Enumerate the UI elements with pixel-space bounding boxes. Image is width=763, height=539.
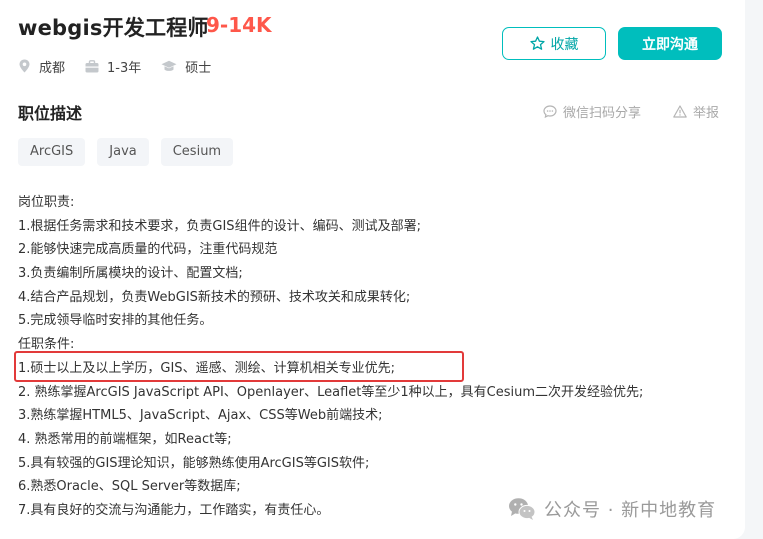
description-line: 5.具有较强的GIS理论知识，能够熟练使用ArcGIS等GIS软件; xyxy=(18,455,370,471)
meta-degree: 硕士 xyxy=(161,57,211,76)
description-line: 3.熟练掌握HTML5、JavaScript、Ajax、CSS等Web前端技术; xyxy=(18,408,383,424)
meta-experience: 1-3年 xyxy=(85,57,141,76)
wechat-share-link[interactable]: 微信扫码分享 xyxy=(543,102,641,121)
highlight-annotation-box xyxy=(14,351,464,382)
wechat-icon xyxy=(509,498,536,520)
briefcase-icon xyxy=(85,59,99,72)
description-line: 4. 熟悉常用的前端框架，如React等; xyxy=(18,431,232,447)
description-line: 岗位职责: xyxy=(18,195,75,210)
skill-tag[interactable]: Java xyxy=(97,138,149,166)
warning-triangle-icon xyxy=(673,105,687,118)
description-line: 1.根据任务需求和技术要求，负责GIS组件的设计、编码、测试及部署; xyxy=(18,218,421,234)
description-line: 4.结合产品规划，负责WebGIS新技术的预研、技术攻关和成果转化; xyxy=(18,289,411,305)
description-line: 3.负责编制所属模块的设计、配置文档; xyxy=(18,266,243,282)
report-link[interactable]: 举报 xyxy=(673,102,719,121)
skill-tag[interactable]: Cesium xyxy=(160,138,234,166)
description-line: 2.能够快速完成高质量的代码，注重代码规范 xyxy=(18,242,278,258)
favorite-button-label: 收藏 xyxy=(550,36,579,53)
skill-tags: ArcGIS Java Cesium xyxy=(18,138,245,166)
salary-range: 9-14K xyxy=(206,13,272,37)
section-title: 职位描述 xyxy=(18,104,83,123)
meta-degree-text: 硕士 xyxy=(185,60,212,76)
watermark: 公众号 · 新中地教育 xyxy=(508,496,716,522)
job-meta: 成都 1-3年 硕士 xyxy=(18,57,231,76)
star-icon xyxy=(529,36,545,50)
job-title: webgis开发工程师 xyxy=(18,16,209,40)
meta-city-text: 成都 xyxy=(39,60,66,76)
graduation-cap-icon xyxy=(161,60,177,71)
favorite-button[interactable]: 收藏 xyxy=(502,27,606,60)
job-detail-card: webgis开发工程师 9-14K 成都 1-3年 硕士 收藏 立即沟通 职位描… xyxy=(0,0,745,539)
skill-tag[interactable]: ArcGIS xyxy=(18,138,86,166)
description-line: 2. 熟练掌握ArcGIS JavaScript API、Openlayer、L… xyxy=(18,384,644,400)
report-label: 举报 xyxy=(693,106,720,121)
share-label: 微信扫码分享 xyxy=(563,106,642,121)
chat-now-button[interactable]: 立即沟通 xyxy=(618,27,722,60)
meta-experience-text: 1-3年 xyxy=(107,60,142,76)
meta-city: 成都 xyxy=(18,57,65,76)
description-line: 5.完成领导临时安排的其他任务。 xyxy=(18,313,213,329)
chat-bubble-icon xyxy=(543,105,557,118)
watermark-text: 公众号 · 新中地教育 xyxy=(544,500,717,521)
location-pin-icon xyxy=(19,59,30,73)
